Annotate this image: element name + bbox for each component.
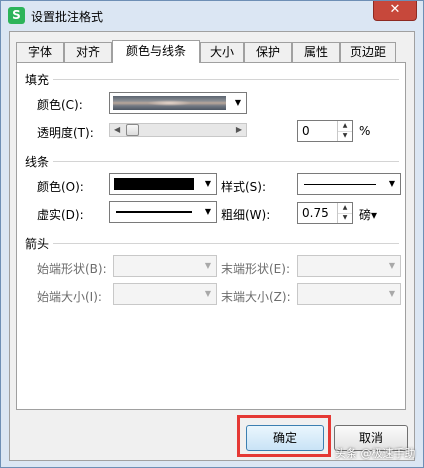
end-style-combo[interactable]: ▼	[297, 255, 401, 277]
chevron-down-icon: ▼	[204, 207, 212, 216]
chevron-down-icon: ▼	[204, 261, 212, 270]
fill-divider	[53, 79, 399, 80]
title-bar[interactable]: S 设置批注格式 ✕	[1, 1, 423, 31]
close-button[interactable]: ✕	[373, 1, 417, 21]
weight-unit-dropdown[interactable]: 磅▾	[359, 206, 377, 223]
chevron-down-icon: ▼	[388, 261, 396, 270]
dash-sample	[116, 211, 192, 213]
arrows-divider	[53, 243, 399, 244]
chevron-down-icon: ▼	[234, 98, 242, 107]
chevron-down-icon: ▼	[388, 289, 396, 298]
arrows-section-title: 箭头	[25, 237, 50, 251]
end-size-combo[interactable]: ▼	[297, 283, 401, 305]
end-size-label: 末端大小(Z):	[221, 290, 291, 304]
dash-label: 虚实(D):	[37, 208, 84, 222]
line-style-sample	[304, 184, 376, 185]
line-color-combo[interactable]: ▼	[109, 173, 217, 195]
dash-combo[interactable]: ▼	[109, 201, 217, 223]
spin-buttons: ▲ ▼	[337, 121, 352, 141]
line-style-combo[interactable]: ▼	[297, 173, 401, 195]
tab-properties[interactable]: 属性	[292, 42, 340, 62]
dialog-client: 字体 对齐 颜色与线条 大小 保护 属性 页边距 填充 颜色(C): ▼ 透明度…	[9, 31, 415, 461]
fill-color-label: 颜色(C):	[37, 98, 83, 112]
chevron-down-icon: ▼	[204, 289, 212, 298]
spin-buttons: ▲ ▼	[337, 203, 352, 223]
tab-protection[interactable]: 保护	[244, 42, 292, 62]
line-divider	[53, 161, 399, 162]
tab-size[interactable]: 大小	[200, 42, 244, 62]
spin-down-icon[interactable]: ▼	[338, 213, 352, 223]
end-style-label: 末端形状(E):	[221, 262, 290, 276]
transparency-value: 0	[302, 124, 310, 138]
tab-colors-and-lines[interactable]: 颜色与线条	[112, 40, 200, 63]
watermark: 头条 @极速手助	[335, 447, 416, 460]
transparency-label: 透明度(T):	[37, 126, 94, 140]
colors-lines-panel: 填充 颜色(C): ▼ 透明度(T): ◀ ▶ 0 ▲ ▼ % 线条 颜色(O)…	[16, 62, 406, 410]
ok-button[interactable]: 确定	[246, 425, 324, 451]
tab-font[interactable]: 字体	[16, 42, 64, 62]
weight-spinbox[interactable]: 0.75 ▲ ▼	[297, 202, 353, 224]
chevron-down-icon: ▼	[204, 179, 212, 188]
dialog-window: S 设置批注格式 ✕ 字体 对齐 颜色与线条 大小 保护 属性 页边距 填充 颜…	[0, 0, 424, 468]
transparency-unit: %	[359, 124, 371, 138]
slider-right-arrow-icon[interactable]: ▶	[236, 125, 242, 134]
transparency-spinbox[interactable]: 0 ▲ ▼	[297, 120, 353, 142]
line-color-label: 颜色(O):	[37, 180, 84, 194]
spin-down-icon[interactable]: ▼	[338, 131, 352, 141]
fill-section-title: 填充	[25, 73, 50, 87]
line-section-title: 线条	[25, 155, 50, 169]
begin-size-label: 始端大小(I):	[37, 290, 102, 304]
begin-size-combo[interactable]: ▼	[113, 283, 217, 305]
weight-value: 0.75	[302, 206, 329, 220]
chevron-down-icon: ▼	[388, 179, 396, 188]
transparency-slider[interactable]: ◀ ▶	[109, 123, 247, 137]
fill-color-combo[interactable]: ▼	[109, 92, 247, 114]
begin-style-combo[interactable]: ▼	[113, 255, 217, 277]
slider-thumb[interactable]	[126, 124, 139, 136]
weight-label: 粗细(W):	[221, 208, 271, 222]
tab-margins[interactable]: 页边距	[340, 42, 396, 62]
line-color-swatch	[114, 178, 194, 190]
fill-texture-preview	[113, 96, 226, 110]
wps-app-icon: S	[8, 7, 25, 24]
begin-style-label: 始端形状(B):	[37, 262, 107, 276]
tab-alignment[interactable]: 对齐	[64, 42, 112, 62]
slider-left-arrow-icon[interactable]: ◀	[114, 125, 120, 134]
line-style-label: 样式(S):	[221, 180, 267, 194]
dialog-title: 设置批注格式	[31, 10, 104, 24]
